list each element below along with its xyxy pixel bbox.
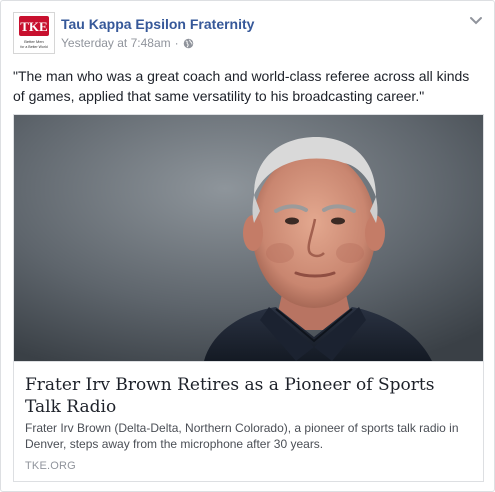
logo-letters: TKE — [20, 19, 47, 34]
link-preview-image[interactable] — [14, 115, 483, 362]
link-domain: TKE.ORG — [25, 460, 76, 472]
logo-motto-line1: Better Men — [24, 39, 44, 44]
link-title[interactable]: Frater Irv Brown Retires as a Pioneer of… — [25, 374, 470, 418]
post-header: TKE Better Men for a Better World Tau Ka… — [13, 12, 483, 56]
facebook-post: TKE Better Men for a Better World Tau Ka… — [0, 0, 495, 492]
tke-logo-icon: TKE Better Men for a Better World — [14, 13, 54, 53]
post-meta: Yesterday at 7:48am · — [61, 36, 194, 50]
portrait-photo — [14, 115, 483, 361]
post-message: "The man who was a great coach and world… — [13, 68, 470, 104]
logo-motto-line2: for a Better World — [20, 45, 47, 49]
chevron-down-icon[interactable] — [469, 16, 483, 26]
link-preview-card[interactable]: Frater Irv Brown Retires as a Pioneer of… — [13, 114, 484, 482]
tke-crest: TKE — [19, 16, 49, 36]
page-name-link[interactable]: Tau Kappa Epsilon Fraternity — [61, 16, 254, 32]
link-description: Frater Irv Brown (Delta-Delta, Northern … — [25, 421, 459, 451]
post-timestamp[interactable]: Yesterday at 7:48am — [61, 36, 171, 50]
meta-separator: · — [174, 36, 179, 50]
globe-icon[interactable] — [183, 38, 194, 49]
page-avatar-logo[interactable]: TKE Better Men for a Better World — [13, 12, 55, 54]
